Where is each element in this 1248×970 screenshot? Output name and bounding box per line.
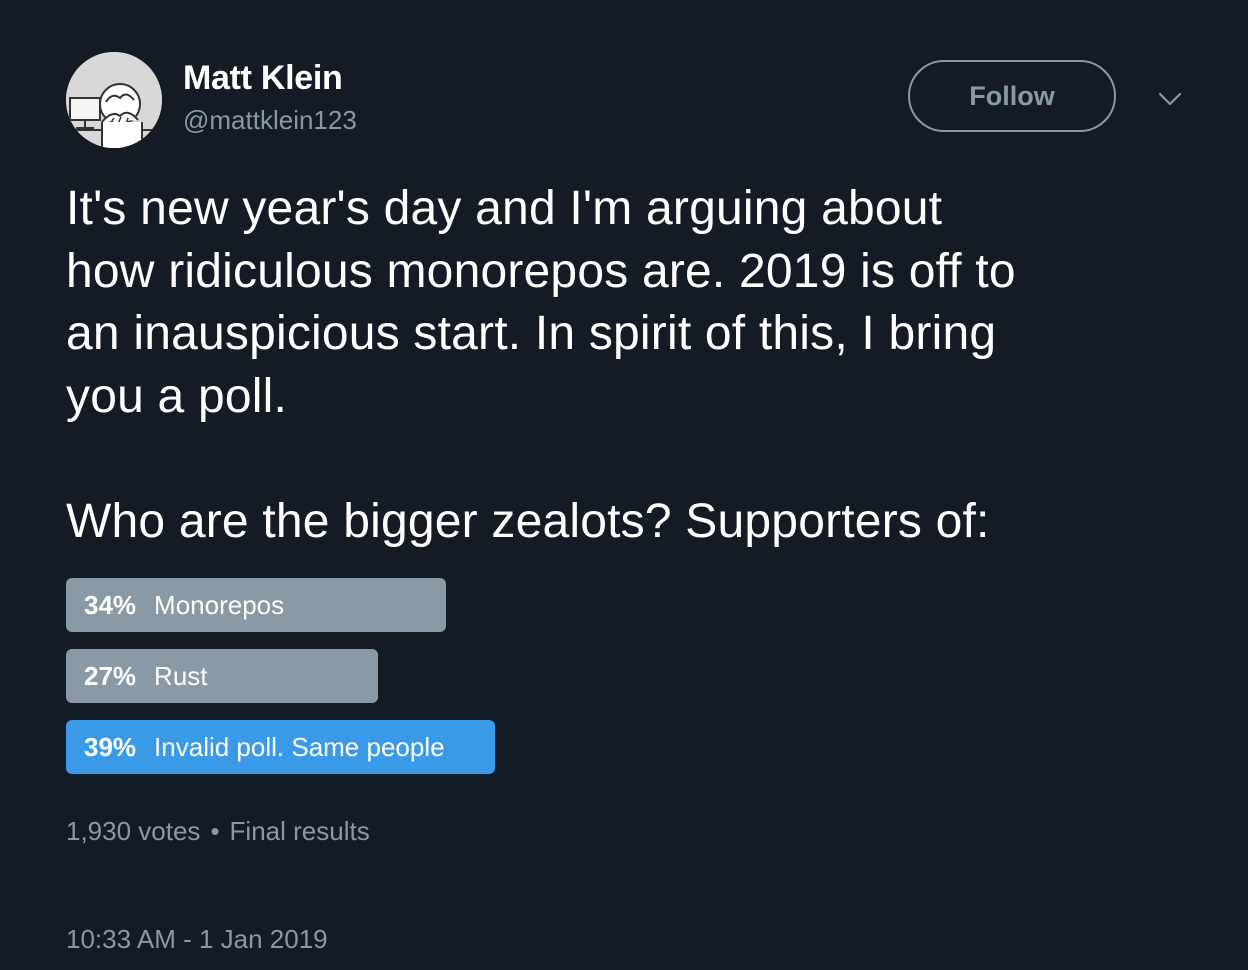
poll: 34% Monorepos 27% Rust 39% Invalid poll. Same… bbox=[66, 578, 1186, 791]
display-name[interactable]: Matt Klein bbox=[183, 58, 343, 98]
poll-meta: 1,930 votes • Final results bbox=[66, 814, 370, 848]
meta-separator: • bbox=[210, 816, 220, 846]
poll-option-label-group: 27% Rust bbox=[84, 649, 208, 703]
follow-button[interactable]: Follow bbox=[908, 60, 1116, 132]
poll-option-percent: 27% bbox=[84, 660, 137, 691]
poll-option-label: Monorepos bbox=[154, 589, 285, 620]
avatar-illustration bbox=[66, 52, 162, 148]
chevron-down-icon[interactable] bbox=[1155, 86, 1185, 112]
poll-status: Final results bbox=[229, 816, 370, 846]
user-handle[interactable]: @mattklein123 bbox=[183, 104, 357, 136]
poll-option: 39% Invalid poll. Same people bbox=[66, 720, 1186, 774]
tweet-text: It's new year's day and I'm arguing abou… bbox=[66, 182, 1016, 548]
poll-option-percent: 39% bbox=[84, 731, 137, 762]
poll-option: 27% Rust bbox=[66, 649, 1186, 703]
poll-option-label: Invalid poll. Same people bbox=[154, 731, 445, 762]
avatar[interactable] bbox=[66, 52, 162, 148]
tweet-card: Matt Klein @mattklein123 Follow It's new… bbox=[0, 0, 1248, 970]
poll-option-percent: 34% bbox=[84, 589, 137, 620]
poll-option-label-group: 39% Invalid poll. Same people bbox=[84, 720, 445, 774]
poll-option-label: Rust bbox=[154, 660, 208, 691]
poll-option-label-group: 34% Monorepos bbox=[84, 578, 284, 632]
tweet-timestamp[interactable]: 10:33 AM - 1 Jan 2019 bbox=[66, 922, 328, 956]
poll-option: 34% Monorepos bbox=[66, 578, 1186, 632]
poll-vote-count: 1,930 votes bbox=[66, 816, 201, 846]
